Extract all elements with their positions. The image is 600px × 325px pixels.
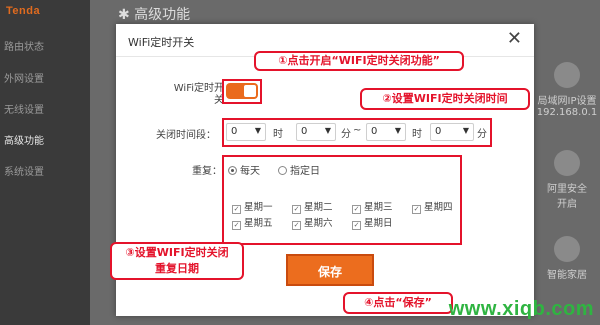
smart-home-card[interactable]: 智能家居 xyxy=(532,236,600,281)
sidebar: Tenda 路由状态 外网设置 无线设置 高级功能 系统设置 xyxy=(0,0,90,325)
smart-home-label: 智能家居 xyxy=(547,270,587,281)
lan-ip-card[interactable]: 局域网IP设置 192.168.0.1 xyxy=(532,62,600,118)
sidebar-item-system[interactable]: 系统设置 xyxy=(4,163,44,178)
annotation-step2: ②设置WIFI定时关闭时间 xyxy=(360,88,530,110)
annotation-frame-repeat xyxy=(222,155,462,245)
annotation-frame-time xyxy=(222,118,492,147)
gear-icon xyxy=(554,62,580,88)
shield-icon xyxy=(554,150,580,176)
annotation-step4: ④点击“保存” xyxy=(343,292,453,314)
toggle-label: WiFi定时开关 xyxy=(173,83,224,106)
ali-security-label: 阿里安全 xyxy=(547,184,587,195)
annotation-step1: ①点击开启“WIFI定时关闭功能” xyxy=(254,51,464,71)
lan-ip-label: 局域网IP设置 xyxy=(537,96,597,107)
annotation-step3: ③设置WIFI定时关闭 重复日期 xyxy=(110,242,244,280)
lan-ip-value: 192.168.0.1 xyxy=(536,107,598,118)
sidebar-item-advanced[interactable]: 高级功能 xyxy=(4,132,44,147)
annotation-step3-line1: ③设置WIFI定时关闭 xyxy=(125,246,229,259)
sidebar-item-wan[interactable]: 外网设置 xyxy=(4,70,44,85)
close-icon[interactable]: ✕ xyxy=(507,28,522,49)
time-range-label: 关闭时间段： xyxy=(156,130,216,141)
watermark: www.xiqb.com xyxy=(448,298,594,320)
page-title: ✱ 高级功能 xyxy=(118,7,191,23)
smart-home-icon xyxy=(554,236,580,262)
repeat-label: 重复： xyxy=(192,166,222,177)
annotation-frame-toggle xyxy=(222,79,262,104)
annotation-step3-line2: 重复日期 xyxy=(155,262,199,275)
sidebar-item-wireless[interactable]: 无线设置 xyxy=(4,101,44,116)
dialog-title: WiFi定时开关 xyxy=(128,36,195,49)
brand-logo: Tenda xyxy=(6,5,41,17)
sidebar-item-status[interactable]: 路由状态 xyxy=(4,38,44,53)
save-button[interactable]: 保存 xyxy=(286,254,374,286)
ali-security-card[interactable]: 阿里安全 开启 xyxy=(532,150,600,210)
ali-security-status: 开启 xyxy=(557,199,577,210)
